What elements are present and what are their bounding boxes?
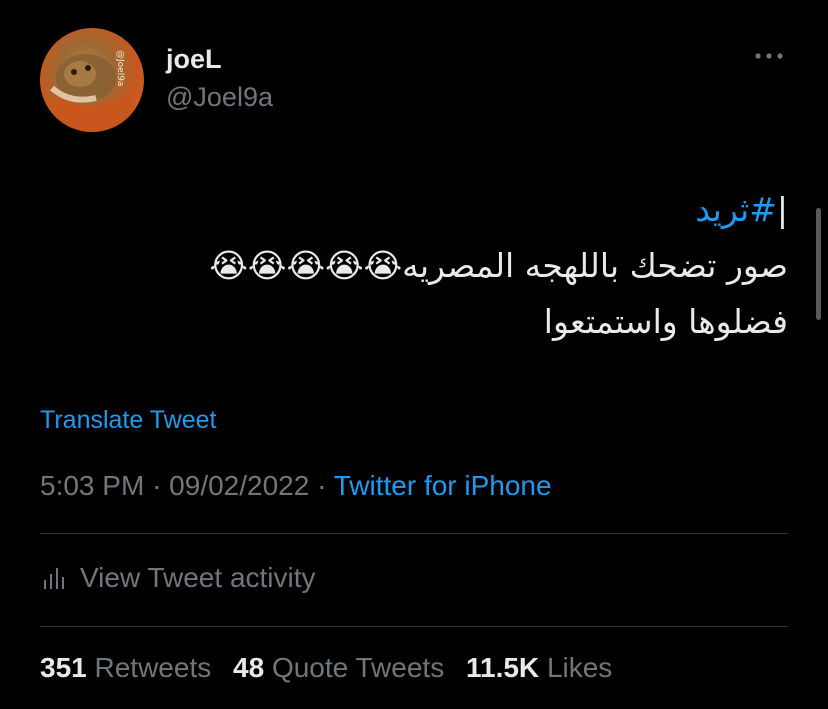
tweet-line-1: |#ثريد bbox=[40, 182, 788, 238]
scrollbar[interactable] bbox=[816, 208, 821, 320]
retweets-count: 351 bbox=[40, 652, 87, 683]
meta-separator: · bbox=[152, 470, 162, 501]
likes-count: 11.5K bbox=[465, 652, 540, 683]
tweet-source-link[interactable]: Twitter for iPhone bbox=[334, 470, 552, 501]
avatar[interactable]: @Joel9a bbox=[40, 28, 144, 132]
likes-label: Likes bbox=[546, 652, 613, 683]
translate-tweet-link[interactable]: Translate Tweet bbox=[40, 406, 216, 435]
bar-chart-icon bbox=[44, 568, 64, 589]
tweet-meta: 5:03 PM · 09/02/2022 · Twitter for iPhon… bbox=[40, 470, 552, 502]
author-handle[interactable]: @Joel9a bbox=[166, 82, 273, 113]
tweet-stats: 351 Retweets 48 Quote Tweets 11.5K Likes bbox=[40, 652, 626, 684]
tweet-text: |#ثريد صور تضحك باللهجه المصريه😭😭😭😭😭 فضل… bbox=[40, 182, 788, 350]
meta-separator: · bbox=[317, 470, 327, 501]
quote-tweets-count: 48 bbox=[233, 652, 265, 683]
cat-photo-avatar-icon: @Joel9a bbox=[40, 50, 144, 132]
divider bbox=[40, 533, 788, 534]
view-tweet-activity-label: View Tweet activity bbox=[80, 562, 316, 593]
quote-tweets-stat[interactable]: 48 Quote Tweets bbox=[233, 652, 444, 683]
likes-stat[interactable]: 11.5K Likes bbox=[466, 652, 612, 683]
tweet-time[interactable]: 5:03 PM bbox=[40, 470, 144, 501]
text-cursor: | bbox=[776, 190, 788, 229]
tweet-line-2: صور تضحك باللهجه المصريه😭😭😭😭😭 bbox=[209, 246, 788, 285]
tweet-line-3: فضلوها واستمتعوا bbox=[543, 302, 788, 341]
retweets-stat[interactable]: 351 Retweets bbox=[40, 652, 211, 683]
view-tweet-activity-button[interactable]: View Tweet activity bbox=[40, 560, 316, 596]
retweets-label: Retweets bbox=[94, 652, 212, 683]
avatar-watermark: @Joel9a bbox=[115, 50, 125, 86]
author-display-name[interactable]: joeL bbox=[166, 44, 222, 75]
divider bbox=[40, 626, 788, 627]
more-horizontal-icon[interactable] bbox=[752, 46, 786, 66]
tweet-date[interactable]: 09/02/2022 bbox=[169, 470, 309, 501]
hashtag-link[interactable]: #ثريد bbox=[695, 190, 777, 229]
quote-tweets-label: Quote Tweets bbox=[271, 652, 445, 683]
